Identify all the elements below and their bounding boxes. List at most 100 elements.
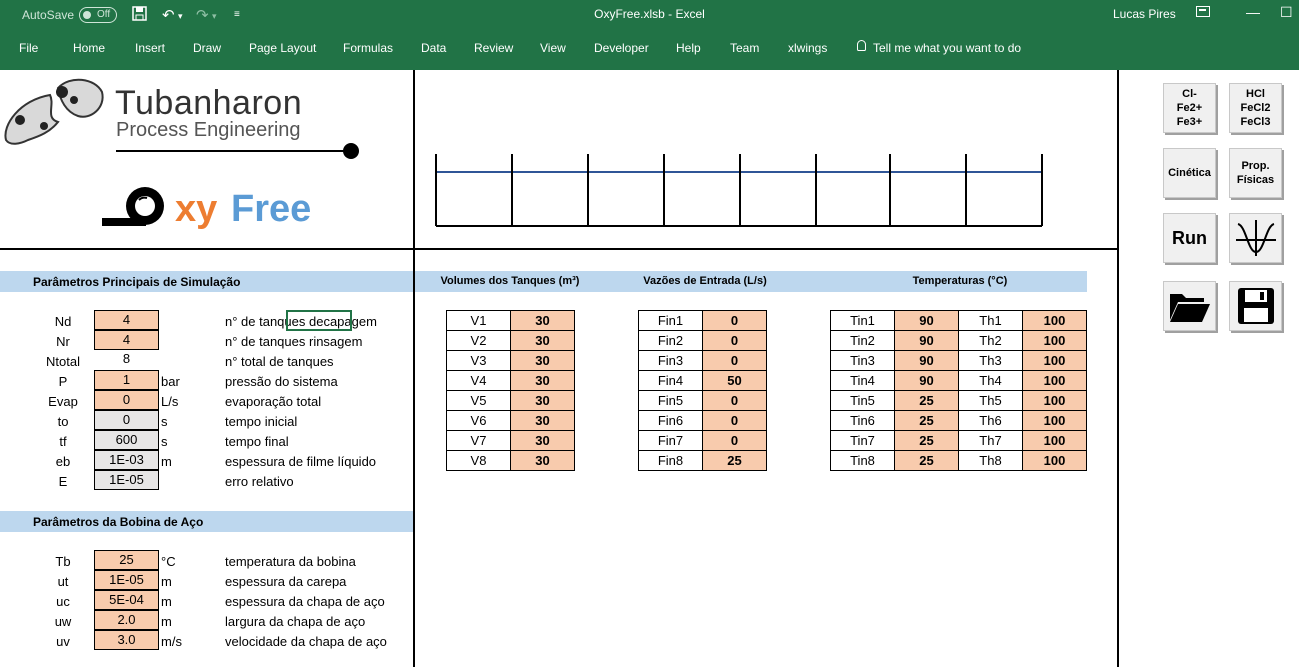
cell-label[interactable]: V6 — [446, 410, 511, 431]
kinetics-button[interactable]: Cinética — [1163, 148, 1216, 198]
ribbon-display-options-icon[interactable] — [1196, 6, 1210, 17]
param-value-ut[interactable]: 1E-05 — [94, 570, 159, 590]
cell-label[interactable]: Fin2 — [638, 330, 703, 351]
cell-value[interactable]: 25 — [894, 410, 959, 431]
cell-label[interactable]: Fin6 — [638, 410, 703, 431]
param-value-ntotal[interactable]: 8 — [94, 350, 159, 370]
tab-data[interactable]: Data — [421, 41, 446, 55]
cell-label[interactable]: Tin6 — [830, 410, 895, 431]
cell-label[interactable]: Th2 — [958, 330, 1023, 351]
cell-value[interactable]: 100 — [1022, 390, 1087, 411]
cell-value[interactable]: 30 — [510, 370, 575, 391]
cell-label[interactable]: V3 — [446, 350, 511, 371]
worksheet[interactable]: Tubanharon Process Engineering xy Free P… — [0, 70, 1299, 667]
param-value-uw[interactable]: 2.0 — [94, 610, 159, 630]
cell-value[interactable]: 100 — [1022, 430, 1087, 451]
cell-value[interactable]: 100 — [1022, 370, 1087, 391]
cell-value[interactable]: 0 — [702, 350, 767, 371]
cell-value[interactable]: 30 — [510, 450, 575, 471]
cell-label[interactable]: Fin7 — [638, 430, 703, 451]
save-file-button[interactable] — [1229, 281, 1282, 331]
cell-label[interactable]: Fin4 — [638, 370, 703, 391]
run-button[interactable]: Run — [1163, 213, 1216, 263]
tab-help[interactable]: Help — [676, 41, 701, 55]
cell-value[interactable]: 0 — [702, 410, 767, 431]
cell-value[interactable]: 0 — [702, 430, 767, 451]
tab-review[interactable]: Review — [474, 41, 513, 55]
tab-page-layout[interactable]: Page Layout — [249, 41, 316, 55]
cell-label[interactable]: Fin1 — [638, 310, 703, 331]
cell-label[interactable]: V8 — [446, 450, 511, 471]
open-file-button[interactable] — [1163, 281, 1216, 331]
cell-label[interactable]: V2 — [446, 330, 511, 351]
tell-me-search[interactable]: Tell me what you want to do — [873, 41, 1021, 55]
cell-value[interactable]: 0 — [702, 390, 767, 411]
param-value-nd[interactable]: 4 — [94, 310, 159, 330]
cell-label[interactable]: V5 — [446, 390, 511, 411]
cell-label[interactable]: Th7 — [958, 430, 1023, 451]
cell-label[interactable]: Th1 — [958, 310, 1023, 331]
cell-value[interactable]: 30 — [510, 430, 575, 451]
param-value-nr[interactable]: 4 — [94, 330, 159, 350]
user-name[interactable]: Lucas Pires — [1113, 7, 1176, 21]
physical-props-button[interactable]: Prop. Físicas — [1229, 148, 1282, 198]
cell-label[interactable]: V1 — [446, 310, 511, 331]
tab-team[interactable]: Team — [730, 41, 759, 55]
species-hcl-fecl-button[interactable]: HCl FeCl2 FeCl3 — [1229, 83, 1282, 133]
minimize-icon[interactable]: — — [1246, 4, 1260, 20]
tab-xlwings[interactable]: xlwings — [788, 41, 827, 55]
cell-value[interactable]: 100 — [1022, 450, 1087, 471]
cell-value[interactable]: 25 — [894, 450, 959, 471]
cell-value[interactable]: 100 — [1022, 410, 1087, 431]
cell-value[interactable]: 25 — [702, 450, 767, 471]
cell-label[interactable]: Fin3 — [638, 350, 703, 371]
tab-developer[interactable]: Developer — [594, 41, 649, 55]
cell-value[interactable]: 100 — [1022, 330, 1087, 351]
cell-value[interactable]: 100 — [1022, 350, 1087, 371]
param-value-to[interactable]: 0 — [94, 410, 159, 430]
cell-label[interactable]: Tin7 — [830, 430, 895, 451]
param-value-evap[interactable]: 0 — [94, 390, 159, 410]
cell-label[interactable]: V4 — [446, 370, 511, 391]
param-value-uv[interactable]: 3.0 — [94, 630, 159, 650]
cell-value[interactable]: 90 — [894, 310, 959, 331]
maximize-icon[interactable]: ☐ — [1280, 4, 1293, 21]
cell-label[interactable]: Tin8 — [830, 450, 895, 471]
cell-label[interactable]: Th6 — [958, 410, 1023, 431]
cell-value[interactable]: 0 — [702, 310, 767, 331]
cell-value[interactable]: 30 — [510, 310, 575, 331]
tab-formulas[interactable]: Formulas — [343, 41, 393, 55]
cell-value[interactable]: 25 — [894, 430, 959, 451]
tab-draw[interactable]: Draw — [193, 41, 221, 55]
param-value-uc[interactable]: 5E-04 — [94, 590, 159, 610]
cell-value[interactable]: 90 — [894, 350, 959, 371]
tab-file[interactable]: File — [19, 41, 38, 55]
species-cl-fe-button[interactable]: Cl- Fe2+ Fe3+ — [1163, 83, 1216, 133]
param-value-tb[interactable]: 25 — [94, 550, 159, 570]
cell-value[interactable]: 0 — [702, 330, 767, 351]
cell-value[interactable]: 50 — [702, 370, 767, 391]
cell-label[interactable]: Tin4 — [830, 370, 895, 391]
cell-label[interactable]: Tin2 — [830, 330, 895, 351]
chart-button[interactable] — [1229, 213, 1282, 263]
cell-label[interactable]: Th4 — [958, 370, 1023, 391]
cell-label[interactable]: V7 — [446, 430, 511, 451]
param-value-tf[interactable]: 600 — [94, 430, 159, 450]
cell-label[interactable]: Fin8 — [638, 450, 703, 471]
cell-label[interactable]: Tin5 — [830, 390, 895, 411]
cell-label[interactable]: Th5 — [958, 390, 1023, 411]
param-value-e[interactable]: 1E-05 — [94, 470, 159, 490]
tab-home[interactable]: Home — [73, 41, 105, 55]
cell-value[interactable]: 100 — [1022, 310, 1087, 331]
active-cell-selection[interactable] — [286, 310, 352, 331]
cell-label[interactable]: Tin3 — [830, 350, 895, 371]
cell-value[interactable]: 90 — [894, 370, 959, 391]
param-value-eb[interactable]: 1E-03 — [94, 450, 159, 470]
cell-value[interactable]: 30 — [510, 330, 575, 351]
cell-value[interactable]: 30 — [510, 410, 575, 431]
cell-label[interactable]: Th8 — [958, 450, 1023, 471]
cell-value[interactable]: 25 — [894, 390, 959, 411]
param-value-p[interactable]: 1 — [94, 370, 159, 390]
cell-label[interactable]: Tin1 — [830, 310, 895, 331]
tab-insert[interactable]: Insert — [135, 41, 165, 55]
